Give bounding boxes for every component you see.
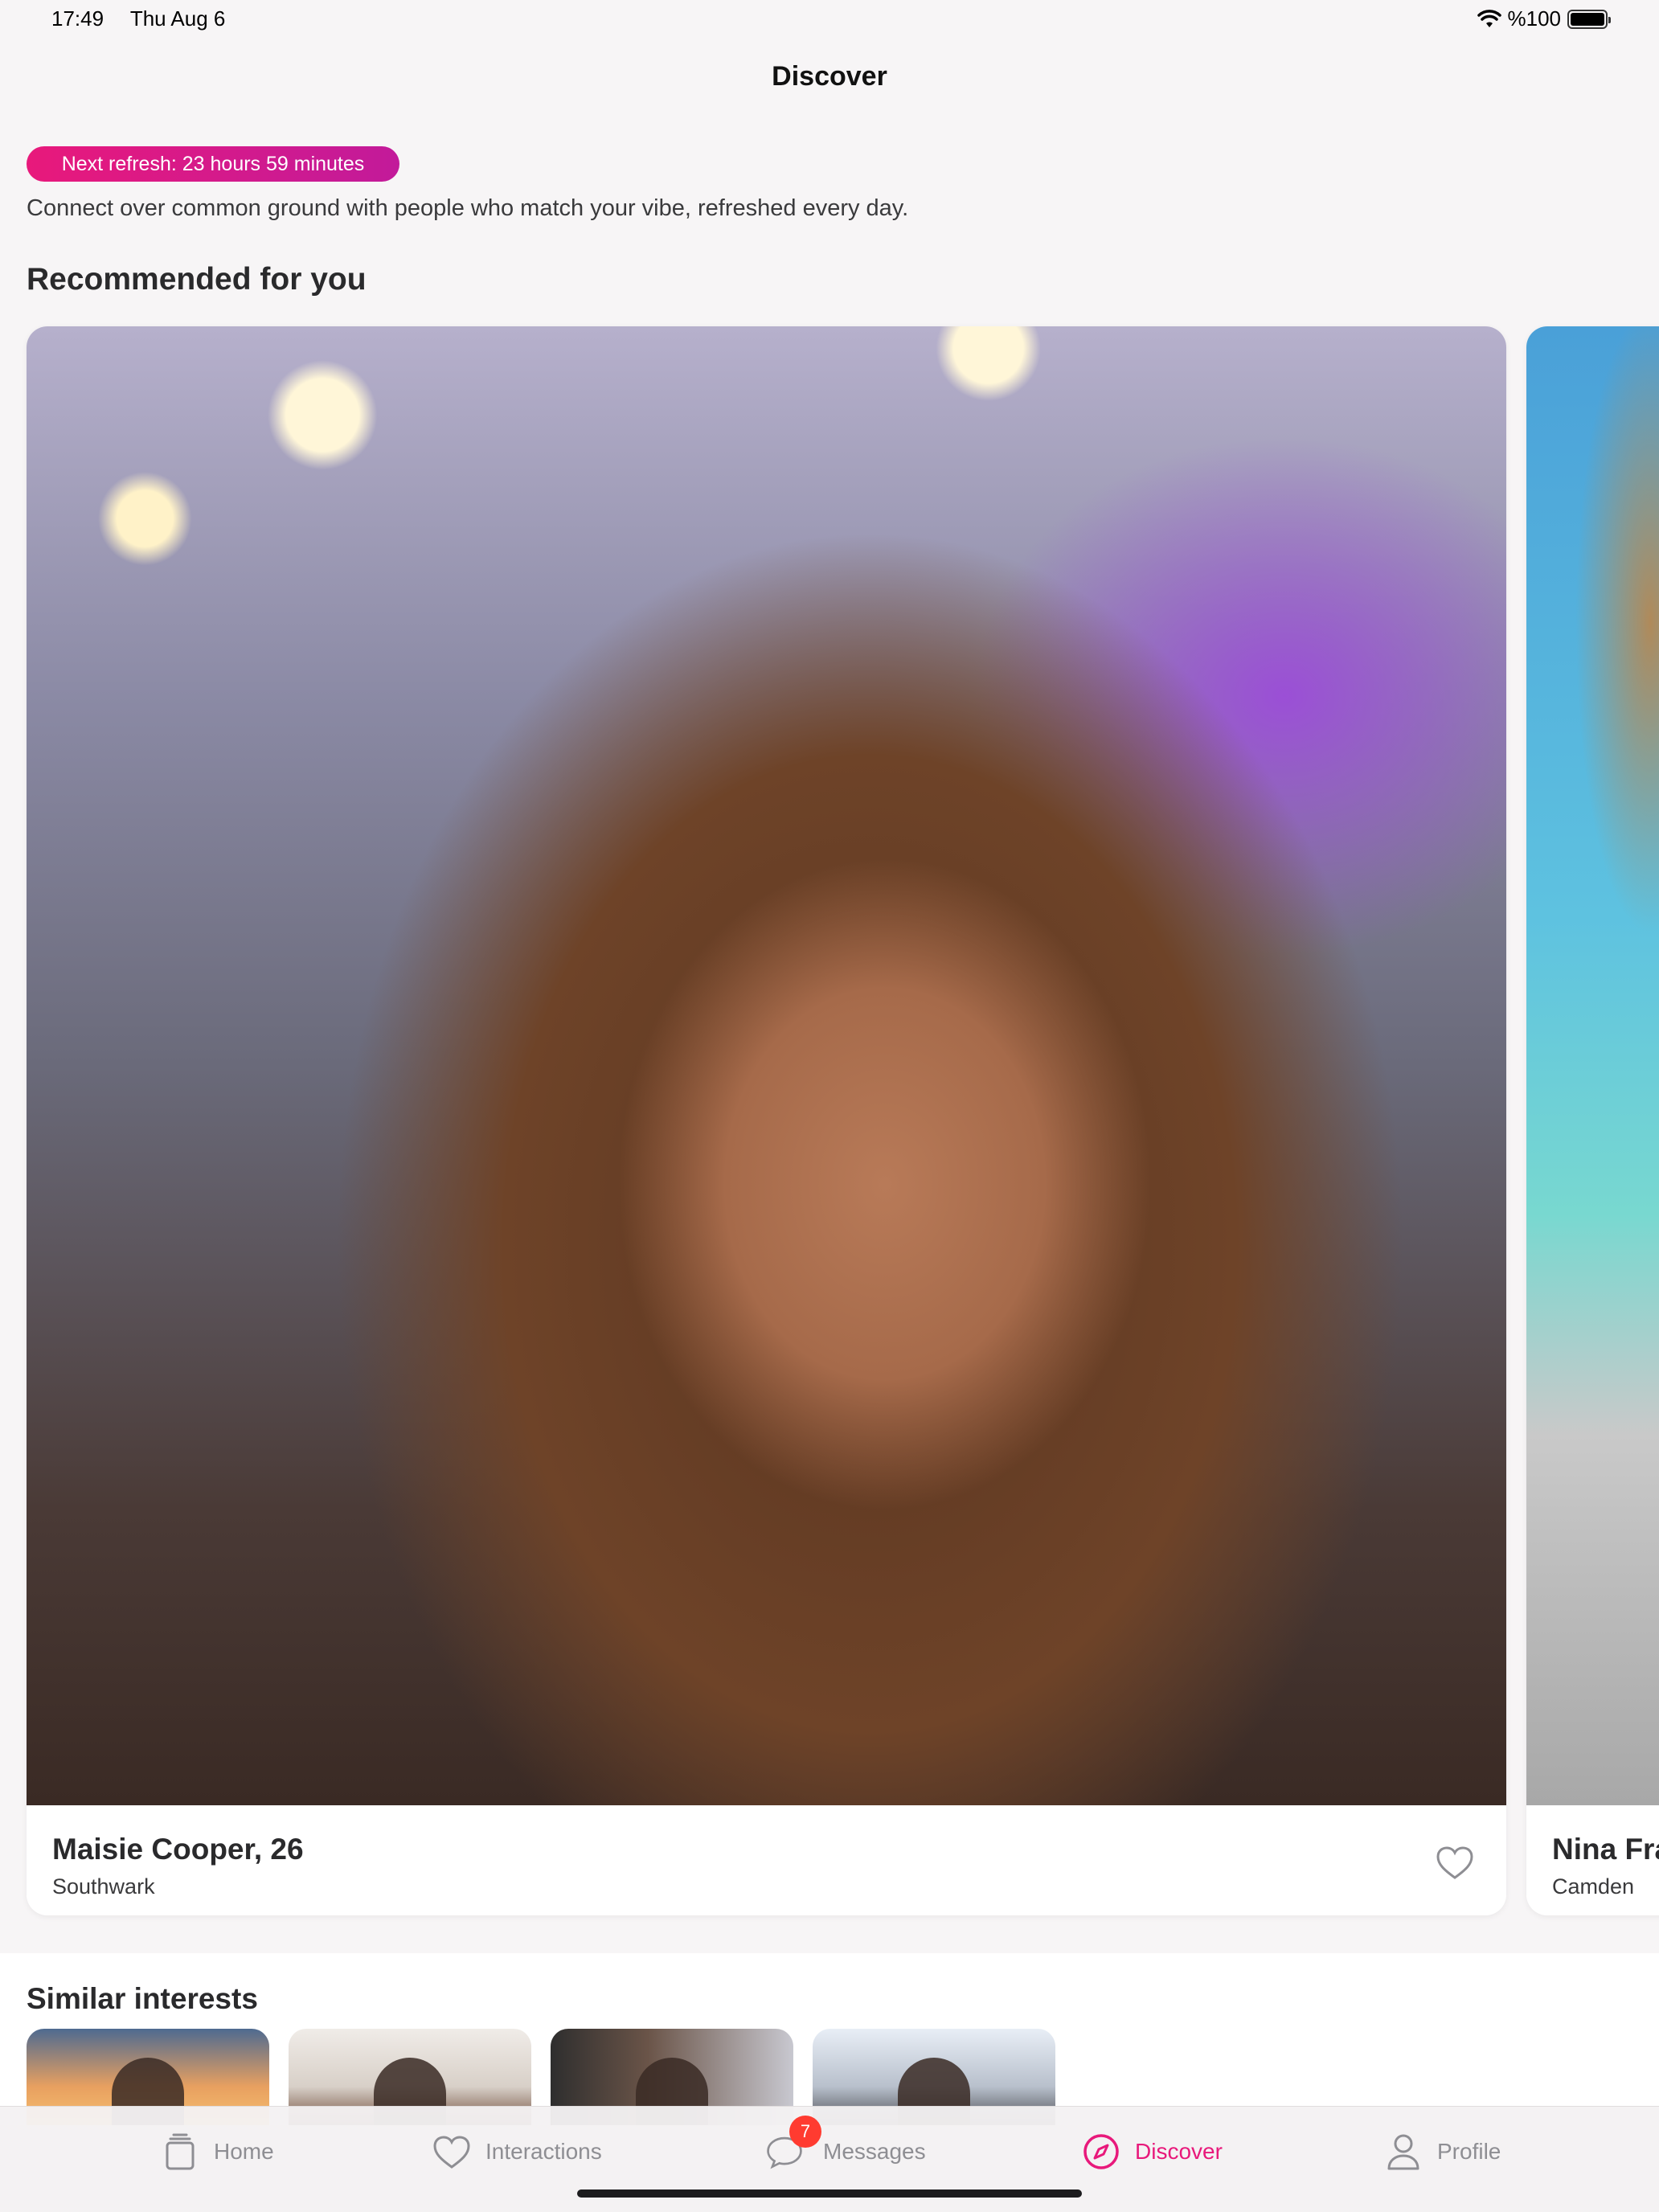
wifi-icon — [1477, 9, 1501, 27]
tab-label: Interactions — [485, 2139, 602, 2164]
section-title-similar: Similar interests — [27, 1982, 258, 2015]
tab-home[interactable]: Home — [161, 2129, 274, 2174]
profile-name: Maisie Cooper, 26 — [52, 1833, 304, 1866]
person-icon — [1387, 2134, 1419, 2170]
like-button[interactable] — [1436, 1845, 1474, 1881]
tab-profile[interactable]: Profile — [1384, 2129, 1501, 2174]
profile-location: Southwark — [52, 1874, 155, 1899]
cards-icon — [166, 2133, 195, 2170]
tab-label: Messages — [823, 2139, 926, 2164]
profile-card[interactable]: Maisie Cooper, 26 Southwark — [27, 326, 1506, 1915]
profile-card-footer: Nina Fra Camden — [1526, 1805, 1659, 1915]
status-date: Thu Aug 6 — [129, 6, 226, 31]
status-time: 17:49 — [51, 6, 104, 31]
tab-label: Discover — [1135, 2139, 1223, 2164]
status-right: %100 — [1477, 6, 1611, 31]
battery-percent: %100 — [1507, 6, 1562, 31]
tab-discover[interactable]: Discover — [1082, 2129, 1223, 2174]
heart-icon — [433, 2136, 470, 2169]
section-title-recommended: Recommended for you — [27, 262, 367, 297]
page-title: Discover — [772, 61, 887, 92]
profile-photo[interactable] — [1526, 326, 1659, 1805]
profile-card-footer: Maisie Cooper, 26 Southwark — [27, 1805, 1506, 1915]
profile-name: Nina Fra — [1552, 1833, 1659, 1866]
home-indicator[interactable] — [577, 2189, 1082, 2198]
tab-label: Profile — [1437, 2139, 1501, 2164]
profile-location: Camden — [1552, 1874, 1635, 1899]
tab-label: Home — [214, 2139, 274, 2164]
heart-icon — [1436, 1846, 1473, 1879]
compass-icon — [1083, 2134, 1119, 2169]
status-left: 17:49 Thu Aug 6 — [51, 6, 246, 31]
battery-icon — [1567, 9, 1611, 29]
tab-interactions[interactable]: Interactions — [432, 2129, 602, 2174]
profile-photo[interactable] — [27, 326, 1506, 1805]
status-bar: 17:49 Thu Aug 6 %100 — [0, 0, 1659, 40]
unread-messages-badge: 7 — [789, 2116, 821, 2148]
tab-messages[interactable]: 7 Messages — [765, 2116, 926, 2174]
refresh-countdown-badge: Next refresh: 23 hours 59 minutes — [27, 146, 399, 182]
profile-card[interactable]: Nina Fra Camden — [1526, 326, 1659, 1915]
intro-text: Connect over common ground with people w… — [27, 195, 909, 221]
